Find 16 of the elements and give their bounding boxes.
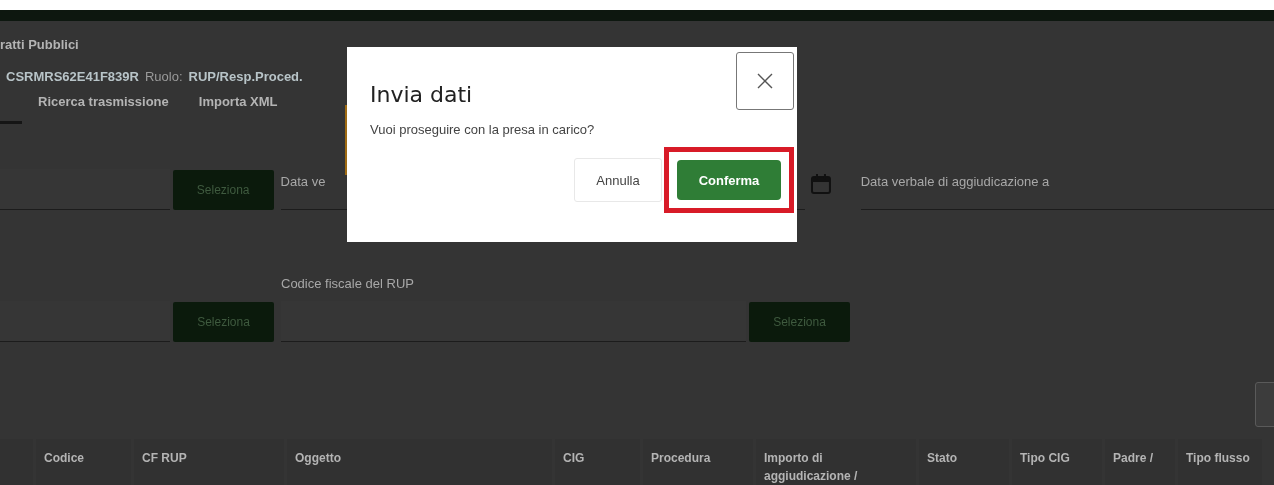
- dialog-title: Invia dati: [370, 82, 473, 107]
- app-title: ratti Pubblici: [0, 36, 80, 54]
- tab[interactable]: Importa XML: [198, 94, 278, 117]
- field-label: Codice fiscale del RUP: [281, 276, 414, 291]
- user-code: CSRMRS62E41F839R: [6, 69, 139, 84]
- dialog-message: Vuoi proseguire con la presa in carico?: [370, 122, 596, 137]
- role-value: RUP/Resp.Proced.: [188, 69, 303, 84]
- close-button[interactable]: [736, 52, 794, 110]
- role-label: Ruolo:: [144, 69, 183, 84]
- confirm-button[interactable]: Conferma: [677, 160, 781, 200]
- field-label: Data verbale di aggiudicazione a: [860, 174, 1050, 189]
- close-icon: [755, 71, 775, 91]
- tab[interactable]: Ricerca trasmissione: [38, 94, 169, 117]
- cancel-button[interactable]: Annulla: [574, 158, 662, 202]
- calendar-icon[interactable]: [808, 172, 833, 196]
- field-label: Data ve: [280, 174, 326, 189]
